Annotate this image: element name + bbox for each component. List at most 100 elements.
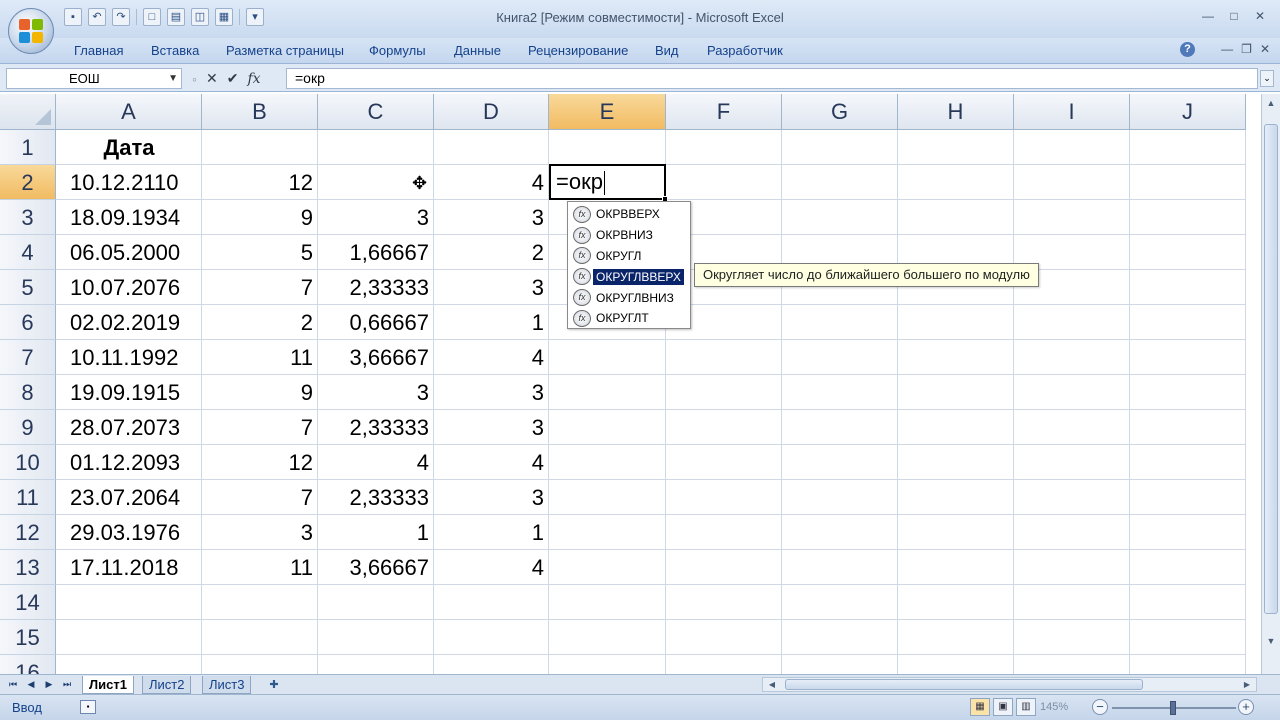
chevron-down-icon[interactable]: ▼: [168, 69, 178, 88]
horizontal-scrollbar[interactable]: ◀ ▶: [762, 677, 1257, 692]
tab-page-layout[interactable]: Разметка страницы: [226, 43, 344, 58]
last-sheet-icon[interactable]: ⏭: [60, 677, 74, 692]
row-header[interactable]: 7: [0, 340, 56, 375]
column-header[interactable]: E: [549, 94, 666, 130]
cell-c9[interactable]: 2,33333: [318, 410, 434, 445]
zoom-in-icon[interactable]: +: [1238, 699, 1254, 715]
tab-formulas[interactable]: Формулы: [369, 43, 426, 58]
cell-c11[interactable]: 2,33333: [318, 480, 434, 515]
scroll-left-icon[interactable]: ◀: [765, 678, 779, 691]
horizontal-scroll-thumb[interactable]: [785, 679, 1143, 690]
cell-c7[interactable]: 3,66667: [318, 340, 434, 375]
zoom-level[interactable]: 145%: [1040, 701, 1068, 713]
cell-a7[interactable]: 10.11.1992: [56, 340, 202, 375]
row-header[interactable]: 3: [0, 200, 56, 235]
cell-d11[interactable]: 3: [434, 480, 549, 515]
cell-c15[interactable]: [318, 620, 434, 655]
column-header[interactable]: A: [56, 94, 202, 130]
cell-d13[interactable]: 4: [434, 550, 549, 585]
column-header[interactable]: D: [434, 94, 549, 130]
cell-a15[interactable]: [56, 620, 202, 655]
cell-c12[interactable]: 1: [318, 515, 434, 550]
cell-c10[interactable]: 4: [318, 445, 434, 480]
column-header[interactable]: F: [666, 94, 782, 130]
row-header[interactable]: 2: [0, 165, 56, 200]
row-header[interactable]: 6: [0, 305, 56, 340]
cell-b13[interactable]: 11: [202, 550, 318, 585]
tab-view[interactable]: Вид: [655, 43, 679, 58]
tab-data[interactable]: Данные: [454, 43, 501, 58]
row-header[interactable]: 9: [0, 410, 56, 445]
row-header[interactable]: 1: [0, 130, 56, 165]
enter-icon[interactable]: ✔: [227, 70, 239, 87]
cell-a9[interactable]: 28.07.2073: [56, 410, 202, 445]
cell-b8[interactable]: 9: [202, 375, 318, 410]
autocomplete-item[interactable]: fx ОКРУГЛВНИЗ: [569, 287, 689, 308]
column-header[interactable]: I: [1014, 94, 1130, 130]
cell-c14[interactable]: [318, 585, 434, 620]
cell-d3[interactable]: 3: [434, 200, 549, 235]
vertical-scroll-thumb[interactable]: [1264, 124, 1278, 614]
close-icon[interactable]: ✕: [1250, 8, 1270, 26]
scroll-down-icon[interactable]: ▼: [1264, 634, 1278, 648]
cell-d2[interactable]: 4: [434, 165, 549, 200]
maximize-icon[interactable]: □: [1224, 8, 1244, 26]
cell-a6[interactable]: 02.02.2019: [56, 305, 202, 340]
normal-view-icon[interactable]: ▦: [970, 698, 990, 716]
cell-a3[interactable]: 18.09.1934: [56, 200, 202, 235]
formula-input[interactable]: =окр: [286, 68, 1258, 89]
zoom-out-icon[interactable]: −: [1092, 699, 1108, 715]
cell-b5[interactable]: 7: [202, 270, 318, 305]
cell-c5[interactable]: 2,33333: [318, 270, 434, 305]
cell-d6[interactable]: 1: [434, 305, 549, 340]
cell-b10[interactable]: 12: [202, 445, 318, 480]
cell-b2[interactable]: 12: [202, 165, 318, 200]
row-header[interactable]: 5: [0, 270, 56, 305]
cell-b3[interactable]: 9: [202, 200, 318, 235]
doc-restore-icon[interactable]: ❐: [1241, 42, 1252, 56]
tab-developer[interactable]: Разработчик: [707, 43, 783, 58]
first-sheet-icon[interactable]: ⏮: [6, 677, 20, 692]
row-header[interactable]: 12: [0, 515, 56, 550]
cell-d5[interactable]: 3: [434, 270, 549, 305]
minimize-icon[interactable]: —: [1198, 8, 1218, 26]
macro-record-icon[interactable]: ▪: [80, 700, 96, 714]
cell-b15[interactable]: [202, 620, 318, 655]
cell-a5[interactable]: 10.07.2076: [56, 270, 202, 305]
column-header[interactable]: J: [1130, 94, 1246, 130]
cell-a1[interactable]: Дата: [56, 130, 202, 165]
select-all-button[interactable]: [0, 94, 56, 130]
cell-d10[interactable]: 4: [434, 445, 549, 480]
page-break-view-icon[interactable]: ▥: [1016, 698, 1036, 716]
cell-d14[interactable]: [434, 585, 549, 620]
next-sheet-icon[interactable]: ▶: [42, 677, 56, 692]
office-button[interactable]: [8, 8, 54, 54]
cell-a11[interactable]: 23.07.2064: [56, 480, 202, 515]
prev-sheet-icon[interactable]: ◀: [24, 677, 38, 692]
column-header[interactable]: B: [202, 94, 318, 130]
row-header[interactable]: 10: [0, 445, 56, 480]
cell-b9[interactable]: 7: [202, 410, 318, 445]
expand-formula-bar-icon[interactable]: ⌄: [1260, 70, 1274, 87]
cell-d7[interactable]: 4: [434, 340, 549, 375]
cell-b12[interactable]: 3: [202, 515, 318, 550]
cell-d8[interactable]: 3: [434, 375, 549, 410]
page-layout-view-icon[interactable]: ▣: [993, 698, 1013, 716]
cell-b4[interactable]: 5: [202, 235, 318, 270]
tab-home[interactable]: Главная: [74, 43, 123, 58]
active-cell[interactable]: =окр: [549, 164, 666, 200]
cell-a8[interactable]: 19.09.1915: [56, 375, 202, 410]
cell-b7[interactable]: 11: [202, 340, 318, 375]
cell-c1[interactable]: [318, 130, 434, 165]
cell-d9[interactable]: 3: [434, 410, 549, 445]
name-box[interactable]: ЕОШ ▼: [6, 68, 182, 89]
sheet-tab-2[interactable]: Лист2: [142, 676, 192, 694]
cell-d12[interactable]: 1: [434, 515, 549, 550]
column-header[interactable]: G: [782, 94, 898, 130]
cell-d1[interactable]: [434, 130, 549, 165]
sheet-tab-3[interactable]: Лист3: [202, 676, 252, 694]
insert-function-icon[interactable]: fx: [247, 71, 260, 87]
scroll-right-icon[interactable]: ▶: [1240, 678, 1254, 691]
help-icon[interactable]: ?: [1180, 42, 1195, 57]
cell-a10[interactable]: 01.12.2093: [56, 445, 202, 480]
